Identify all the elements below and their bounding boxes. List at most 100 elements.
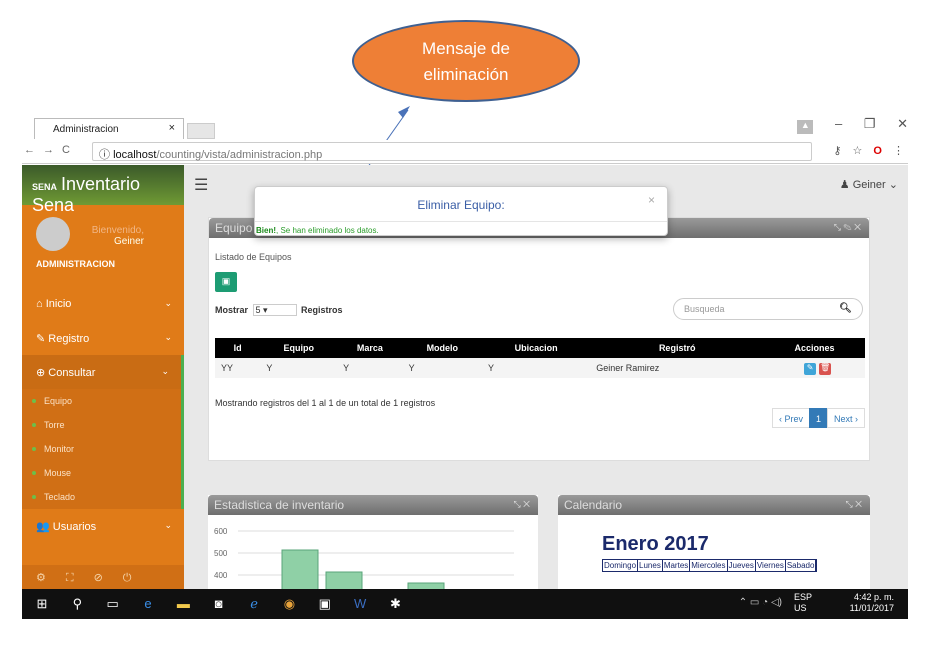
url-host: localhost bbox=[113, 149, 157, 161]
web-page: SENA Inventario Sena Bienvenido, Geiner A… bbox=[22, 165, 908, 589]
panel-title: Estadistica de inventario bbox=[214, 498, 345, 512]
sidebar-footer: ⚙⛶⊘⏻ bbox=[22, 565, 184, 589]
delete-modal: Eliminar Equipo: × Bien!, Se han elimina… bbox=[254, 186, 668, 236]
submenu-item-monitor[interactable]: Monitor bbox=[22, 437, 181, 461]
restore-button[interactable]: ❐ bbox=[864, 116, 876, 132]
col-id[interactable]: Id bbox=[215, 338, 261, 358]
sidebar-item-consultar[interactable]: ⊕ Consultar ⌄ bbox=[22, 355, 184, 389]
cell-equipo: Y bbox=[260, 358, 338, 378]
panel-header: Calendario ⤡ ✕ bbox=[558, 495, 870, 515]
equipment-table: Id Equipo Marca Modelo Ubicacion Registr… bbox=[215, 338, 865, 378]
callout-bubble: Mensaje de eliminación bbox=[352, 20, 580, 102]
welcome-label: Bienvenido, bbox=[91, 225, 144, 236]
weekday: Jueves bbox=[728, 560, 756, 571]
browser-tab-bar: Administracion × ▲ – ❐ ✕ bbox=[22, 112, 908, 139]
url-input[interactable]: ⓘ localhost/counting/vista/administracio… bbox=[92, 142, 812, 161]
star-icon[interactable]: ☆ bbox=[852, 145, 862, 157]
edit-button[interactable]: ✎ bbox=[804, 362, 817, 375]
system-tray-icons[interactable]: ⌃ ▭ ◔ ◁) bbox=[739, 597, 782, 608]
col-equipo[interactable]: Equipo bbox=[260, 338, 338, 358]
cell-ubicacion: Y bbox=[481, 358, 591, 378]
equipo-panel: Equipo ⤡ ✎ ✕ Listado de Equipos ▣ Mostra… bbox=[208, 217, 870, 461]
chart-bar bbox=[325, 571, 363, 589]
chrome-icon[interactable]: ◉ bbox=[279, 596, 299, 612]
submenu-item-torre[interactable]: Torre bbox=[22, 413, 181, 437]
user-menu-name: Geiner bbox=[852, 179, 886, 191]
calendar-month: Enero 2017 bbox=[602, 533, 709, 555]
panel-tools[interactable]: ⤡ ✕ bbox=[845, 499, 862, 510]
settings-icon[interactable]: ⚙ bbox=[36, 572, 66, 584]
col-ubicacion[interactable]: Ubicacion bbox=[481, 338, 591, 358]
search-icon[interactable]: 🔍︎ bbox=[839, 303, 852, 314]
pager-next[interactable]: Next › bbox=[826, 408, 865, 428]
search-icon[interactable]: ⚲ bbox=[67, 596, 87, 612]
weekday: Miercoles bbox=[691, 560, 728, 571]
close-window-button[interactable]: ✕ bbox=[897, 116, 908, 132]
app-icon[interactable]: ▣ bbox=[315, 596, 335, 612]
panel-tools[interactable]: ⤡ ✎ ✕ bbox=[834, 222, 861, 233]
word-icon[interactable]: W bbox=[350, 596, 370, 612]
close-icon[interactable]: × bbox=[648, 193, 655, 207]
sidebar-item-inicio[interactable]: ⌂ Inicio ⌄ bbox=[22, 287, 184, 321]
col-acciones: Acciones bbox=[764, 338, 865, 358]
new-tab-button[interactable] bbox=[187, 123, 215, 139]
submenu-item-teclado[interactable]: Teclado bbox=[22, 485, 181, 509]
key-icon[interactable]: ⚷ bbox=[833, 145, 841, 157]
profile-icon[interactable]: ▲ bbox=[797, 120, 814, 134]
col-registro[interactable]: Registró bbox=[590, 338, 765, 358]
tab-close-icon[interactable]: × bbox=[169, 122, 175, 134]
power-icon[interactable]: ⏻ bbox=[123, 572, 152, 584]
pager-page-1[interactable]: 1 bbox=[808, 408, 828, 428]
page-size-select[interactable]: 5 ▾ bbox=[252, 304, 297, 316]
reload-button[interactable]: C bbox=[62, 144, 78, 156]
modal-title: Eliminar Equipo: bbox=[417, 198, 505, 212]
pagination: ‹ Prev 1 Next › bbox=[771, 408, 865, 428]
store-icon[interactable]: ◙ bbox=[209, 596, 229, 612]
back-button[interactable]: ← bbox=[24, 144, 43, 156]
pager-prev[interactable]: ‹ Prev bbox=[771, 408, 810, 428]
show-label: Mostrar bbox=[215, 305, 249, 315]
sidebar-item-registro[interactable]: ✎ Registro ⌄ bbox=[22, 321, 184, 355]
user-menu[interactable]: ♟ Geiner ⌄ bbox=[840, 178, 898, 191]
submenu-item-equipo[interactable]: Equipo bbox=[22, 389, 181, 413]
cell-marca: Y bbox=[337, 358, 403, 378]
hamburger-icon[interactable]: ☰ bbox=[194, 175, 208, 195]
language-indicator[interactable]: ESP US bbox=[794, 592, 812, 614]
menu-icon[interactable]: ⋮ bbox=[893, 145, 904, 157]
brand[interactable]: SENA Inventario Sena bbox=[22, 165, 184, 215]
task-view-icon[interactable]: ▭ bbox=[103, 596, 123, 612]
weekday: Viernes bbox=[756, 560, 786, 571]
windows-start-icon[interactable]: ⊞ bbox=[32, 596, 52, 612]
search-input[interactable]: Busqueda 🔍︎ bbox=[673, 298, 863, 320]
table-row: YY Y Y Y Y Geiner Ramirez ✎ 🗑︎ bbox=[215, 358, 865, 378]
col-marca[interactable]: Marca bbox=[337, 338, 403, 358]
lang-primary: ESP bbox=[793, 592, 812, 602]
ie-icon[interactable]: ℯ bbox=[244, 596, 264, 612]
sena-app-icon[interactable]: ✱ bbox=[385, 596, 405, 612]
submenu-item-mouse[interactable]: Mouse bbox=[22, 461, 181, 485]
cell-registro: Geiner Ramirez bbox=[590, 358, 765, 378]
edge-icon[interactable]: e bbox=[138, 596, 158, 612]
page-size-control: Mostrar 5 ▾ Registros bbox=[215, 304, 343, 316]
chart-bar bbox=[281, 549, 319, 589]
col-modelo[interactable]: Modelo bbox=[402, 338, 482, 358]
lock-icon[interactable]: ⊘ bbox=[94, 572, 123, 584]
fullscreen-icon[interactable]: ⛶ bbox=[66, 572, 94, 584]
user-panel: Bienvenido, Geiner ADMINISTRACION bbox=[22, 205, 184, 287]
home-icon: ⌂ bbox=[36, 298, 46, 310]
opera-icon[interactable]: O bbox=[873, 145, 882, 157]
browser-tab[interactable]: Administracion × bbox=[34, 118, 184, 139]
cell-id: YY bbox=[215, 358, 261, 378]
delete-button[interactable]: 🗑︎ bbox=[819, 362, 832, 375]
clock[interactable]: 4:42 p. m. 11/01/2017 bbox=[850, 592, 894, 614]
export-excel-button[interactable]: ▣ bbox=[215, 272, 237, 292]
lang-secondary: US bbox=[793, 603, 807, 613]
panel-tools[interactable]: ⤡ ✕ bbox=[513, 499, 530, 510]
minimize-button[interactable]: – bbox=[835, 116, 842, 131]
forward-button[interactable]: → bbox=[43, 144, 62, 156]
sidebar-item-label: Consultar bbox=[48, 367, 96, 379]
table-info: Mostrando registros del 1 al 1 de un tot… bbox=[215, 398, 436, 408]
sidebar-item-usuarios[interactable]: 👥 Usuarios ⌄ bbox=[22, 509, 184, 543]
file-explorer-icon[interactable]: ▬ bbox=[173, 596, 193, 612]
chevron-down-icon: ⌄ bbox=[164, 332, 172, 342]
